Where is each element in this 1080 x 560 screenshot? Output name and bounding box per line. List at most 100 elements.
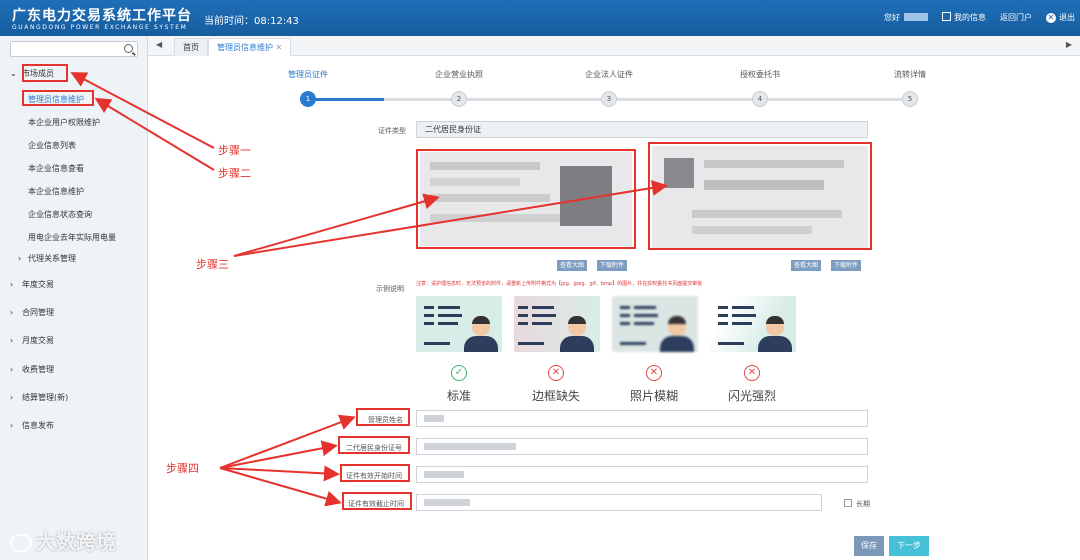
admin-name-input[interactable] xyxy=(416,410,868,427)
sidebar-item-label: 结算管理(新) xyxy=(22,393,69,402)
annotation-step-four: 步骤四 xyxy=(166,462,199,475)
check-icon: ✓ xyxy=(451,365,467,381)
step-label-1[interactable]: 管理员证件 xyxy=(288,69,328,80)
chevron-right-icon: › xyxy=(10,308,14,317)
my-info-link[interactable]: 我的信息 xyxy=(942,12,986,23)
chevron-right-icon: › xyxy=(10,421,14,430)
redacted-value xyxy=(424,443,516,450)
long-term-label: 长期 xyxy=(856,500,870,508)
sidebar-item-monthly-trading[interactable]: › 月度交易 xyxy=(0,331,148,351)
arrow-to-valid-start xyxy=(219,465,340,482)
my-info-label: 我的信息 xyxy=(954,13,986,22)
tab-label: 管理员信息维护 xyxy=(217,43,273,52)
front-view-large-button[interactable]: 查看大图 xyxy=(557,260,588,271)
valid-start-input[interactable] xyxy=(416,466,868,483)
long-term-checkbox[interactable] xyxy=(844,499,852,507)
search-icon[interactable] xyxy=(124,44,133,53)
step-circle-5[interactable]: 5 xyxy=(902,91,918,107)
watermark-text: 大数跨境 xyxy=(36,530,116,554)
sidebar-item-company-list[interactable]: 企业信息列表 xyxy=(28,140,76,151)
back-download-button[interactable]: 下载附件 xyxy=(831,260,862,271)
step-label-3[interactable]: 企业法人证件 xyxy=(585,69,633,80)
sidebar-item-agency[interactable]: › 代理关系管理 xyxy=(0,249,148,269)
step-circle-4[interactable]: 4 xyxy=(752,91,768,107)
annotation-box-valid-start xyxy=(340,464,410,482)
sidebar-item-company-view[interactable]: 本企业信息查看 xyxy=(28,163,84,174)
arrow-to-id-front xyxy=(233,193,440,257)
sidebar-item-last-year-usage[interactable]: 用电企业去年实际用电量 xyxy=(28,232,116,243)
arrow-to-valid-end xyxy=(219,467,342,507)
step-progress-line xyxy=(308,98,384,101)
annotation-box-id-front xyxy=(416,149,636,249)
tab-bar: ◀ 首页 管理员信息维护 ✕ ▶ xyxy=(148,36,1080,56)
save-button[interactable]: 保存 xyxy=(854,536,884,556)
watermark-icon xyxy=(10,534,32,552)
step-circle-3[interactable]: 3 xyxy=(601,91,617,107)
redacted-value xyxy=(424,499,470,506)
logout-label: 退出 xyxy=(1059,13,1075,22)
tab-close-icon[interactable]: ✕ xyxy=(276,43,283,52)
tab-scroll-right-icon[interactable]: ▶ xyxy=(1066,40,1072,49)
back-view-large-button[interactable]: 查看大图 xyxy=(791,260,822,271)
step-circle-1[interactable]: 1 xyxy=(300,91,316,107)
close-icon: ✕ xyxy=(1046,13,1056,23)
app-subtitle: GUANGDONG POWER EXCHANGE SYSTEM xyxy=(12,24,188,31)
step-circle-2[interactable]: 2 xyxy=(451,91,467,107)
tab-home[interactable]: 首页 xyxy=(174,38,208,56)
cross-icon: ✕ xyxy=(548,365,564,381)
example-glare xyxy=(710,296,796,352)
redacted-value xyxy=(424,415,444,422)
cert-type-select[interactable]: 二代居民身份证 xyxy=(416,121,868,138)
annotation-step-three: 步骤三 xyxy=(196,258,229,271)
arrow-to-id-number xyxy=(219,440,338,469)
sidebar-item-label: 收费管理 xyxy=(22,365,54,374)
sidebar-item-fees[interactable]: › 收费管理 xyxy=(0,360,148,380)
example-caption-glare: 闪光强烈 xyxy=(727,389,777,403)
step-label-4[interactable]: 授权委托书 xyxy=(740,69,780,80)
sidebar-item-company-status[interactable]: 企业信息状态查询 xyxy=(28,209,92,220)
annotation-box-market-members xyxy=(22,64,68,82)
sidebar-item-label: 月度交易 xyxy=(22,336,54,345)
chevron-right-icon: › xyxy=(10,393,14,402)
front-download-button[interactable]: 下载附件 xyxy=(597,260,628,271)
sidebar-item-settlement[interactable]: › 结算管理(新) xyxy=(0,388,148,408)
chevron-right-icon: › xyxy=(10,365,14,374)
sidebar: ⌄ 市场成员 管理员信息维护 本企业用户权限维护 企业信息列表 本企业信息查看 … xyxy=(0,36,148,560)
valid-end-input[interactable] xyxy=(416,494,822,511)
example-missing-border xyxy=(514,296,600,352)
user-name-redacted xyxy=(904,13,928,21)
search-input[interactable] xyxy=(10,41,138,57)
user-greeting: 您好 xyxy=(884,13,900,22)
step-label-2[interactable]: 企业营业执照 xyxy=(435,69,483,80)
sidebar-item-contracts[interactable]: › 合同管理 xyxy=(0,303,148,323)
example-caption-standard: 标准 xyxy=(446,389,472,403)
upload-note: 注意：请护理信息时，无法预览的附件，请重新上传附件格式为【jpg、jpeg、gi… xyxy=(416,281,703,287)
sidebar-item-company-edit[interactable]: 本企业信息维护 xyxy=(28,186,84,197)
step-label-5[interactable]: 流转详情 xyxy=(894,69,926,80)
example-label: 示例说明 xyxy=(376,285,404,293)
app-title: 广东电力交易系统工作平台 xyxy=(12,8,192,24)
sidebar-item-label: 合同管理 xyxy=(22,308,54,317)
cross-icon: ✕ xyxy=(646,365,662,381)
sidebar-item-user-permissions[interactable]: 本企业用户权限维护 xyxy=(28,117,100,128)
example-caption-missing-border: 边框缺失 xyxy=(531,389,581,403)
sidebar-item-annual-trading[interactable]: › 年度交易 xyxy=(0,275,148,295)
tab-admin-info[interactable]: 管理员信息维护 ✕ xyxy=(208,38,292,56)
current-time: 当前时间：08:12:43 xyxy=(204,16,299,27)
logout-link[interactable]: ✕ 退出 xyxy=(1046,12,1075,23)
top-header: 广东电力交易系统工作平台 GUANGDONG POWER EXCHANGE SY… xyxy=(0,0,1080,36)
arrow-to-admin-name xyxy=(219,414,356,469)
chevron-right-icon: › xyxy=(18,254,22,263)
sidebar-item-label: 信息发布 xyxy=(22,421,54,430)
annotation-box-admin-info xyxy=(22,90,94,106)
back-portal-link[interactable]: 返回门户 xyxy=(1000,12,1032,23)
sidebar-item-info-publish[interactable]: › 信息发布 xyxy=(0,416,148,436)
annotation-step-two: 步骤二 xyxy=(218,167,251,180)
next-button[interactable]: 下一步 xyxy=(889,536,929,556)
user-info-icon xyxy=(942,12,951,21)
tab-scroll-left-icon[interactable]: ◀ xyxy=(156,40,162,49)
chevron-right-icon: › xyxy=(10,336,14,345)
cert-type-label: 证件类型 xyxy=(378,127,406,135)
annotation-step-one: 步骤一 xyxy=(218,144,251,157)
example-standard xyxy=(416,296,502,352)
